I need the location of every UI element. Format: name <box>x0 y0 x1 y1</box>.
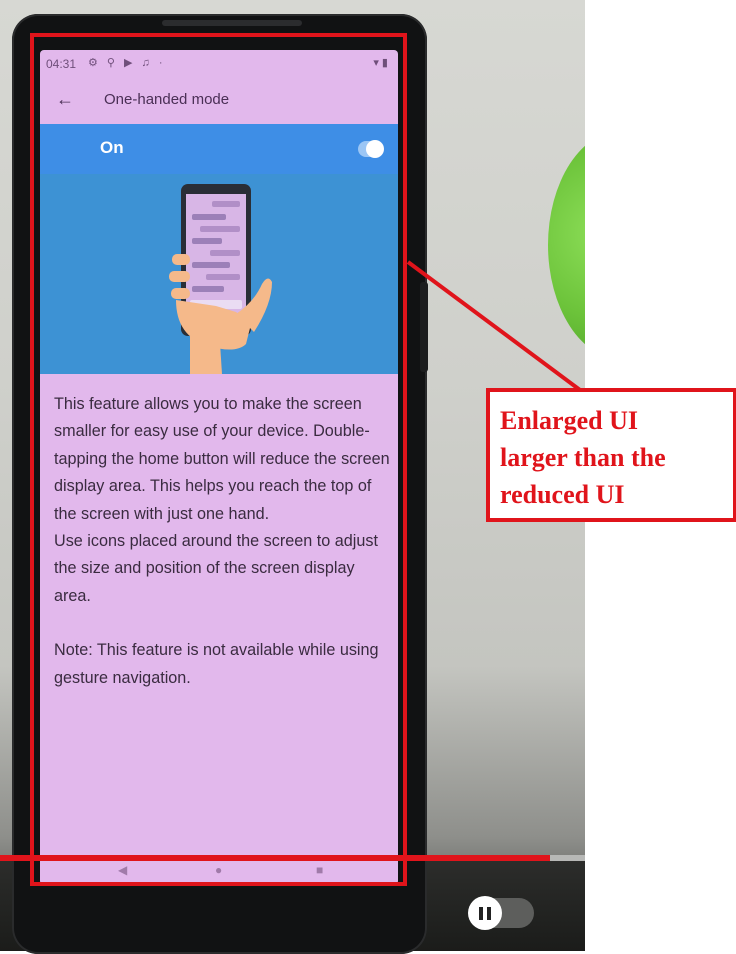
pause-icon <box>479 906 491 920</box>
callout-line: larger than the <box>500 443 666 472</box>
callout-line: Enlarged UI <box>500 406 638 435</box>
video-progress-fill <box>0 855 550 861</box>
pause-button[interactable] <box>468 896 502 930</box>
callout-text: Enlarged UI larger than the reduced UI <box>500 402 666 513</box>
callout-line: reduced UI <box>500 480 625 509</box>
autoplay-toggle[interactable] <box>468 896 534 930</box>
annotation-callout: Enlarged UI larger than the reduced UI <box>486 388 736 522</box>
